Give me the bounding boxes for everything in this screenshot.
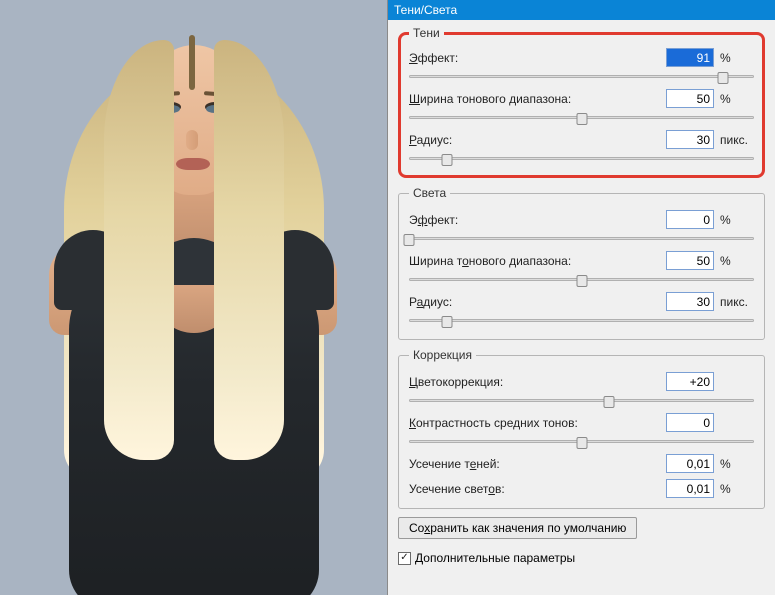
- more-options-checkbox[interactable]: [398, 552, 411, 565]
- clip-light-input[interactable]: [666, 479, 714, 498]
- shadows-group: Тени Эффект: % Ширина тонового диапазона…: [398, 26, 765, 178]
- colorcorrect-label: Цветокоррекция:: [409, 375, 660, 389]
- shadows-tonal-label: Ширина тонового диапазона:: [409, 92, 660, 106]
- midtone-input[interactable]: [666, 413, 714, 432]
- highlights-amount-label: Эффект:: [409, 213, 660, 227]
- save-defaults-button[interactable]: Сохранить как значения по умолчанию: [398, 517, 637, 539]
- more-options-label[interactable]: Дополнительные параметры: [415, 551, 575, 565]
- colorcorrect-input[interactable]: [666, 372, 714, 391]
- shadows-amount-unit: %: [720, 51, 754, 65]
- shadows-radius-slider[interactable]: [409, 153, 754, 165]
- colorcorrect-slider[interactable]: [409, 395, 754, 407]
- highlights-legend: Света: [409, 186, 450, 200]
- shadows-radius-label: Радиус:: [409, 133, 660, 147]
- shadows-amount-input[interactable]: [666, 48, 714, 67]
- highlights-radius-slider[interactable]: [409, 315, 754, 327]
- highlights-tonal-label: Ширина тонового диапазона:: [409, 254, 660, 268]
- shadows-tonal-slider[interactable]: [409, 112, 754, 124]
- highlights-tonal-unit: %: [720, 254, 754, 268]
- clip-light-label: Усечение светов:: [409, 482, 660, 496]
- highlights-radius-unit: пикс.: [720, 295, 754, 309]
- dialog-title: Тени/Света: [388, 0, 775, 20]
- highlights-radius-input[interactable]: [666, 292, 714, 311]
- image-canvas: [0, 0, 387, 595]
- clip-shadow-input[interactable]: [666, 454, 714, 473]
- shadows-tonal-input[interactable]: [666, 89, 714, 108]
- clip-shadow-label: Усечение теней:: [409, 457, 660, 471]
- highlights-amount-unit: %: [720, 213, 754, 227]
- clip-shadow-unit: %: [720, 457, 754, 471]
- shadows-amount-slider[interactable]: [409, 71, 754, 83]
- shadows-highlights-dialog: Тени/Света Тени Эффект: % Ширина тоновог…: [387, 0, 775, 595]
- shadows-legend: Тени: [409, 26, 444, 40]
- highlights-group: Света Эффект: % Ширина тонового диапазон…: [398, 186, 765, 340]
- highlights-amount-input[interactable]: [666, 210, 714, 229]
- adjustments-legend: Коррекция: [409, 348, 476, 362]
- shadows-radius-unit: пикс.: [720, 133, 754, 147]
- highlights-radius-label: Радиус:: [409, 295, 660, 309]
- shadows-tonal-unit: %: [720, 92, 754, 106]
- highlights-amount-slider[interactable]: [409, 233, 754, 245]
- midtone-label: Контрастность средних тонов:: [409, 416, 660, 430]
- clip-light-unit: %: [720, 482, 754, 496]
- photo-preview: [24, 0, 364, 595]
- highlights-tonal-input[interactable]: [666, 251, 714, 270]
- adjustments-group: Коррекция Цветокоррекция: Контрастность …: [398, 348, 765, 509]
- shadows-amount-label: Эффект:: [409, 51, 660, 65]
- highlights-tonal-slider[interactable]: [409, 274, 754, 286]
- shadows-radius-input[interactable]: [666, 130, 714, 149]
- midtone-slider[interactable]: [409, 436, 754, 448]
